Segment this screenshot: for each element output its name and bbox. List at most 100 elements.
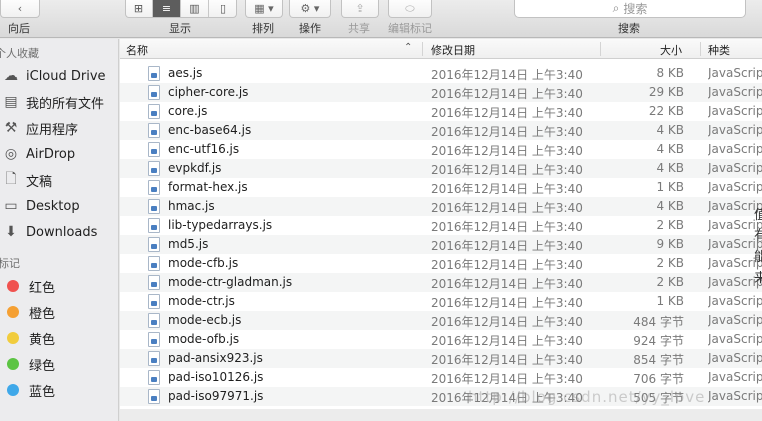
grid-arrange-icon: ▦ ▾ (254, 2, 274, 15)
sidebar-item-downloads[interactable]: ⬇ Downloads (2, 221, 118, 243)
js-file-icon (148, 85, 160, 100)
js-file-icon (148, 332, 160, 347)
column-divider[interactable] (600, 42, 601, 56)
table-row[interactable]: pad-iso10126.js 2016年12月14日 上午3:40 706 字节 J… (120, 368, 762, 387)
js-file-icon (148, 180, 160, 195)
table-row[interactable]: core.js 2016年12月14日 上午3:40 22 KB JavaScript (120, 102, 762, 121)
file-kind: JavaScript (708, 389, 762, 403)
edit-tags-button[interactable]: ⬭ (388, 0, 432, 18)
desktop-icon: ▭ (4, 198, 18, 214)
search-icon: ⌕ (612, 1, 620, 15)
table-row[interactable]: md5.js2016年12月14日 上午3:409 KBJavaScript (120, 235, 762, 254)
table-row[interactable]: mode-ctr.js 2016年12月14日 上午3:40 1 KB JavaScr… (120, 292, 762, 311)
sidebar-item-all-files[interactable]: ▤ 我的所有文件 (2, 91, 118, 113)
table-row[interactable]: format-hex.js 2016年12月14日 上午3:40 1 KB JavaS… (120, 178, 762, 197)
sidebar-item-icloud-drive[interactable]: ☁ iCloud Drive (2, 65, 118, 87)
table-row[interactable]: evpkdf.js 2016年12月14日 上午3:40 4 KB JavaScrip… (120, 159, 762, 178)
js-file-icon (148, 370, 160, 385)
column-name[interactable]: 名称 (126, 42, 148, 58)
column-divider[interactable] (422, 42, 423, 56)
documents-icon: 🗋 (5, 171, 17, 187)
file-kind: JavaScript (708, 85, 762, 99)
file-list: 名称 ⌃ 修改日期 大小 种类 aes.js 2016年12月14日 上午3:40… (120, 39, 762, 409)
file-date: 2016年12月14日 上午3:40 (431, 296, 583, 310)
file-size: 924 字节 (633, 334, 684, 348)
table-row[interactable]: hmac.js2016年12月14日 上午3:404 KBJavaScript (120, 197, 762, 216)
applications-icon: ⚒ (4, 120, 18, 136)
airdrop-icon: ◎ (4, 146, 18, 162)
file-name: aes.js (168, 66, 203, 80)
table-row[interactable]: mode-ofb.js 2016年12月14日 上午3:40 924 字节 JavaS… (120, 330, 762, 349)
column-size[interactable]: 大小 (660, 42, 682, 58)
table-row[interactable]: enc-base64.js 2016年12月14日 上午3:40 4 KB JavaS… (120, 121, 762, 140)
table-row[interactable]: mode-ctr-gladman.js 2016年12月14日 上午3:40 2 K… (120, 273, 762, 292)
file-name: mode-ofb.js (168, 332, 240, 346)
file-size: 22 KB (648, 104, 684, 118)
view-mode-segmented[interactable]: ⊞ ≡ ▥ ▯ (125, 0, 237, 18)
column-divider[interactable] (700, 42, 701, 56)
sidebar-item-desktop[interactable]: ▭ Desktop (2, 195, 118, 217)
column-view-icon[interactable]: ▥ (181, 0, 209, 17)
sidebar-item-label: 蓝色 (29, 384, 56, 400)
search-input[interactable]: ⌕ 搜索 (514, 0, 746, 18)
sidebar-item-airdrop[interactable]: ◎ AirDrop (2, 143, 118, 165)
share-icon: ⇪ (355, 2, 365, 15)
file-date: 2016年12月14日 上午3:40 (431, 106, 583, 120)
file-date: 2016年12月14日 上午3:40 (431, 353, 583, 367)
js-file-icon (148, 199, 160, 214)
js-file-icon (148, 218, 160, 233)
cloud-icon: ☁ (4, 68, 18, 84)
sidebar-tag-green[interactable]: 绿色 (2, 353, 118, 375)
table-row[interactable]: pad-ansix923.js 2016年12月14日 上午3:40 854 字节 J… (120, 349, 762, 368)
table-row[interactable]: lib-typedarrays.js 2016年12月14日 上午3:40 2 KB… (120, 216, 762, 235)
background-char: 有 (754, 229, 762, 244)
background-char: 来 (754, 271, 762, 286)
sidebar-item-applications[interactable]: ⚒ 应用程序 (2, 117, 118, 139)
sidebar-item-documents[interactable]: 🗋 文稿 (2, 169, 118, 191)
background-char: 值 (754, 208, 762, 223)
file-name: pad-iso10126.js (168, 370, 264, 384)
icon-view-icon[interactable]: ⊞ (125, 0, 153, 17)
green-tag-dot (7, 358, 19, 370)
all-files-icon: ▤ (4, 94, 18, 110)
file-date: 2016年12月14日 上午3:40 (431, 87, 583, 101)
back-button[interactable]: ‹ (0, 0, 40, 18)
column-kind[interactable]: 种类 (708, 42, 730, 58)
arrange-button[interactable]: ▦ ▾ (245, 0, 283, 18)
list-view-icon[interactable]: ≡ (153, 0, 181, 17)
js-file-icon (148, 351, 160, 366)
column-date[interactable]: 修改日期 (431, 42, 475, 58)
sidebar-tag-red[interactable]: 红色 (2, 275, 118, 297)
sidebar: 个人收藏 ☁ iCloud Drive ▤ 我的所有文件 ⚒ 应用程序 ◎ Ai… (0, 39, 119, 421)
view-label: 显示 (169, 22, 191, 35)
sidebar-item-label: 黄色 (29, 332, 56, 348)
file-date: 2016年12月14日 上午3:40 (431, 163, 583, 177)
sidebar-tag-orange[interactable]: 橙色 (2, 301, 118, 323)
table-row[interactable]: enc-utf16.js 2016年12月14日 上午3:40 4 KB JavaSc… (120, 140, 762, 159)
table-row[interactable]: aes.js 2016年12月14日 上午3:40 8 KB JavaScript (120, 64, 762, 83)
js-file-icon (148, 142, 160, 157)
sidebar-item-label: 红色 (29, 280, 56, 296)
file-kind: JavaScript (708, 161, 762, 175)
share-label: 共享 (348, 22, 370, 35)
file-size: 854 字节 (633, 353, 684, 367)
file-kind: JavaScript (708, 332, 762, 346)
file-name: lib-typedarrays.js (168, 218, 273, 232)
tags-header: 标记 (0, 257, 20, 270)
file-name: pad-iso97971.js (168, 389, 264, 403)
table-row[interactable]: cipher-core.js 2016年12月14日 上午3:40 29 KB Jav… (120, 83, 762, 102)
table-row[interactable]: mode-ecb.js 2016年12月14日 上午3:40 484 字节 JavaS… (120, 311, 762, 330)
js-file-icon (148, 294, 160, 309)
sidebar-tag-yellow[interactable]: 黄色 (2, 327, 118, 349)
favorites-header: 个人收藏 (0, 47, 39, 60)
sidebar-tag-blue[interactable]: 蓝色 (2, 379, 118, 401)
js-file-icon (148, 313, 160, 328)
share-button[interactable]: ⇪ (341, 0, 379, 18)
sidebar-item-label: 应用程序 (26, 122, 79, 138)
js-file-icon (148, 389, 160, 404)
table-row[interactable]: mode-cfb.js 2016年12月14日 上午3:40 2 KB JavaScr… (120, 254, 762, 273)
action-button[interactable]: ⚙ ▾ (289, 0, 331, 18)
sidebar-item-label: iCloud Drive (26, 68, 106, 84)
coverflow-view-icon[interactable]: ▯ (209, 0, 237, 17)
file-size: 4 KB (656, 199, 684, 213)
